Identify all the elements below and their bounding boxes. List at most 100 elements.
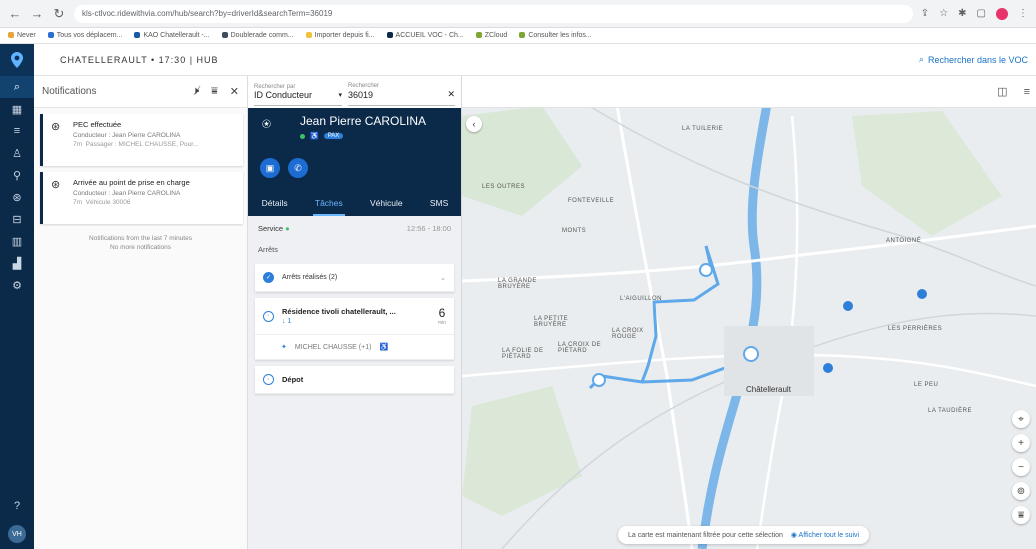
sidebar-route-icon[interactable]: ⚲ <box>0 164 34 186</box>
notification-detail: Passager : MICHEL CHAUSSE, Pour... <box>85 141 199 148</box>
search-by-select[interactable]: Rechercher par ID Conducteur ▾ <box>254 78 342 106</box>
wheelchair-icon: ♿ <box>310 133 319 140</box>
bookmark-item[interactable]: Doublerade comm... <box>221 32 294 39</box>
tab-details[interactable]: Détails <box>260 192 290 216</box>
passenger-count: 1 <box>287 318 292 325</box>
current-stop-name: Résidence tivoli chatellerault, ... <box>282 307 396 316</box>
depot-marker-icon: ◦ <box>263 374 274 385</box>
map-place-label: MONTS <box>562 228 587 234</box>
map-view[interactable]: LA TUILERIE LES OUTRES FONTEVEILLE MONTS… <box>462 76 1036 549</box>
driver-icon: ⍟ <box>262 116 272 133</box>
url-text: kls-ctlvoc.ridewithvia.com/hub/search?by… <box>82 9 333 18</box>
sidepanel-icon[interactable]: ▢ <box>977 8 986 19</box>
address-bar[interactable]: kls-ctlvoc.ridewithvia.com/hub/search?by… <box>74 4 913 23</box>
locate-icon[interactable]: ⌖ <box>1012 410 1030 428</box>
search-term-input[interactable]: Rechercher 36019 ✕ <box>348 78 455 106</box>
share-icon[interactable]: ⇪ <box>921 8 929 19</box>
search-icon: ⌕ <box>918 54 924 64</box>
map-filter-text: La carte est maintenant filtrée pour cet… <box>628 531 783 539</box>
eta-minutes: 6 <box>438 306 446 320</box>
bookmark-item[interactable]: Importer depuis fi... <box>305 32 375 39</box>
sidebar-calendar-icon[interactable]: ▥ <box>0 230 34 252</box>
notification-time: 7m <box>73 199 83 206</box>
tab-vehicle[interactable]: Véhicule <box>368 192 405 216</box>
service-status-dot: ● <box>285 224 290 233</box>
extensions-icon[interactable]: ✱ <box>958 8 966 19</box>
search-by-value: ID Conducteur <box>254 89 313 100</box>
app-logo-icon <box>0 44 34 76</box>
bookmark-item[interactable]: ZCloud <box>475 32 507 39</box>
bookmark-item[interactable]: KAO Chatellerault -... <box>134 32 210 39</box>
map-place-label: ANTOIGNÉ <box>886 238 922 244</box>
map-controls: ⌖ + − ⊚ ⩸ <box>1012 410 1030 524</box>
passenger-count-icon: ↓ <box>282 318 286 325</box>
tab-tasks[interactable]: Tâches <box>312 192 345 216</box>
map-place-label: LE PEU <box>914 382 939 388</box>
notification-item[interactable]: ⊛ Arrivée au point de prise en charge Co… <box>40 172 243 224</box>
map-place-label: LA TAUDIÈRE <box>928 408 972 414</box>
pickup-icon: ✦ <box>281 344 287 351</box>
vehicle-button[interactable]: ▣ <box>260 158 280 178</box>
sidebar-steering-icon[interactable]: ⊛ <box>0 186 34 208</box>
mute-icon[interactable]: 🕨̸ <box>192 85 199 98</box>
stops-title: Arrêts <box>258 245 279 254</box>
notifications-panel: Notifications 🕨̸ ⩸ ✕ ⊛ PEC effectuée Con… <box>34 76 248 549</box>
passenger-name: MICHEL CHAUSSE (+1) <box>294 343 372 351</box>
filter-map-icon[interactable]: ⩸ <box>1012 506 1030 524</box>
map-city-label: Châtellerault <box>746 385 791 394</box>
profile-avatar[interactable] <box>996 7 1008 20</box>
bookmark-item[interactable]: ACCUEIL VOC - Ch... <box>386 32 464 39</box>
map-place-label: LA TUILERIE <box>682 126 724 132</box>
service-row: Service ● 12:56 - 18:00 <box>248 216 461 241</box>
done-stops-row[interactable]: ✓ Arrêts réalisés (2) ⌄ <box>255 264 454 292</box>
map-place-label: LA GRANDE BRUYÈRE <box>498 278 537 290</box>
close-icon[interactable]: ✕ <box>230 85 239 98</box>
map-place-label: L'AIGUILLON <box>620 296 662 302</box>
forward-icon[interactable]: → <box>30 6 44 21</box>
map-place-label: FONTEVEILLE <box>568 198 615 204</box>
show-all-label: Afficher tout le suivi <box>798 532 860 539</box>
notification-item[interactable]: ⊛ PEC effectuée Conducteur : Jean Pierre… <box>40 114 243 166</box>
map-canvas <box>462 76 1036 549</box>
show-all-link[interactable]: ◉ Afficher tout le suivi <box>791 531 859 539</box>
bookmarks-bar: Never Tous vos déplacem... KAO Chateller… <box>0 28 1036 44</box>
search-voc-button[interactable]: ⌕ Rechercher dans le VOC <box>919 54 1028 65</box>
clear-icon[interactable]: ✕ <box>447 89 455 100</box>
filter-icon[interactable]: ⩸ <box>211 85 218 98</box>
steering-wheel-icon: ⊛ <box>51 179 61 191</box>
sidebar-users-icon[interactable]: ♙ <box>0 142 34 164</box>
bookmark-item[interactable]: Tous vos déplacem... <box>47 32 122 39</box>
expand-icon[interactable]: ⌄ <box>440 274 446 282</box>
layers-icon[interactable]: ◫ <box>997 85 1007 98</box>
search-term-value: 36019 <box>348 89 374 100</box>
map-toolbar: ◫ ≡ <box>462 76 1036 108</box>
sidebar-dashboard-icon[interactable]: ▦ <box>0 98 34 120</box>
sidebar-vehicle-icon[interactable]: ⊟ <box>0 208 34 230</box>
depot-stop-card[interactable]: ◦ Dépot <box>255 366 454 394</box>
reload-icon[interactable]: ↻ <box>52 6 66 22</box>
back-icon[interactable]: ← <box>8 6 22 21</box>
list-menu-icon[interactable]: ≡ <box>1024 86 1030 98</box>
app-header: CHATELLERAULT • 17:30 | HUB ⌕ Rechercher… <box>34 44 1036 76</box>
sidebar-settings-icon[interactable]: ⚙ <box>0 274 34 296</box>
recenter-icon[interactable]: ⊚ <box>1012 482 1030 500</box>
sidebar-help-icon[interactable]: ? <box>0 495 34 517</box>
bookmark-item[interactable]: Never <box>8 32 36 39</box>
user-avatar[interactable]: VH <box>8 525 26 543</box>
sidebar-stats-icon[interactable]: ▟ <box>0 252 34 274</box>
driver-badge: PAX <box>323 133 344 139</box>
zoom-in-button[interactable]: + <box>1012 434 1030 452</box>
sidebar-search-icon[interactable]: ⌕ <box>0 76 34 98</box>
tab-sms[interactable]: SMS <box>428 192 450 216</box>
sidebar-list-icon[interactable]: ≡ <box>0 120 34 142</box>
zoom-out-button[interactable]: − <box>1012 458 1030 476</box>
bookmark-item[interactable]: Consulter les infos... <box>519 32 592 39</box>
collapse-panel-button[interactable]: ‹ <box>466 116 482 132</box>
call-button[interactable]: ✆ <box>288 158 308 178</box>
menu-icon[interactable]: ⋮ <box>1018 8 1028 19</box>
browser-toolbar: ← → ↻ kls-ctlvoc.ridewithvia.com/hub/sea… <box>0 0 1036 28</box>
driver-card: ⍟ Jean Pierre CAROLINA ♿ PAX ▣ ✆ Détails… <box>248 108 461 216</box>
star-icon[interactable]: ☆ <box>939 8 948 19</box>
map-filter-banner: La carte est maintenant filtrée pour cet… <box>618 526 870 544</box>
current-stop-card[interactable]: ◦ Résidence tivoli chatellerault, ... ↓ … <box>255 298 454 360</box>
